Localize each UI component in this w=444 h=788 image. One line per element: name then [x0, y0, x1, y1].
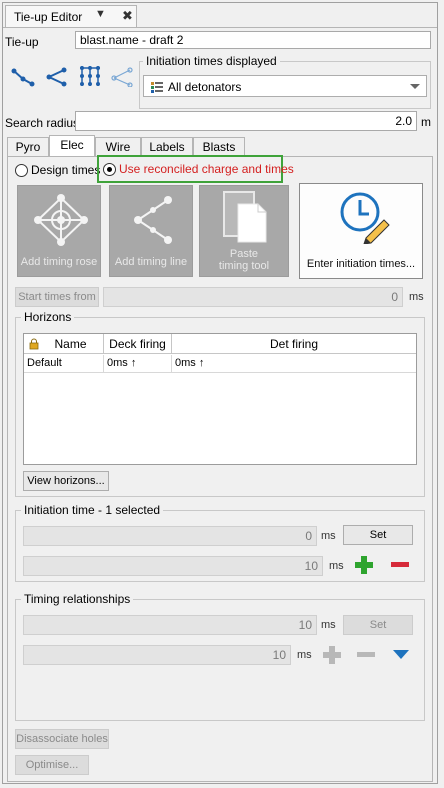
- start-times-from-button[interactable]: Start times from: [15, 287, 99, 307]
- timing-relationships-title: Timing relationships: [21, 592, 134, 606]
- disassociate-holes-button[interactable]: Disassociate holes: [15, 729, 109, 749]
- column-header-deck-firing[interactable]: Deck firing: [104, 334, 172, 354]
- tab-pyro[interactable]: Pyro: [7, 137, 49, 157]
- add-timing-line-button[interactable]: Add timing line: [109, 185, 193, 277]
- add-timing-line-label: Add timing line: [114, 256, 188, 268]
- document-tab[interactable]: Tie-up Editor ▼ ✖: [5, 5, 137, 27]
- tab-blasts[interactable]: Blasts: [193, 137, 245, 157]
- design-times-label: Design times: [31, 163, 101, 177]
- add-timing-rose-label: Add timing rose: [20, 256, 98, 268]
- expand-down-icon[interactable]: [391, 647, 411, 663]
- column-header-det-firing[interactable]: Det firing: [172, 334, 416, 354]
- horizon-row-name[interactable]: Default: [24, 355, 104, 373]
- initiation-time-set-button[interactable]: Set: [343, 525, 413, 545]
- tab-elec[interactable]: Elec: [49, 135, 95, 157]
- initiation-time-field-1[interactable]: 0: [23, 526, 317, 546]
- timing-rose-icon: [34, 194, 88, 246]
- add-timing-rose-button[interactable]: Add timing rose: [17, 185, 101, 277]
- initiation-times-selected: All detonators: [168, 80, 242, 94]
- initiation-time-unit-2: ms: [329, 560, 344, 572]
- horizon-row-deck[interactable]: 0ms ↑: [104, 355, 172, 373]
- start-times-value: 0: [391, 290, 398, 304]
- start-times-unit: ms: [409, 291, 424, 303]
- close-icon[interactable]: ✖: [122, 8, 133, 24]
- connect-holes-icon[interactable]: [11, 67, 35, 87]
- paste-icon: [223, 191, 267, 243]
- plus-disabled-icon[interactable]: [321, 644, 343, 666]
- initiation-times-group-title: Initiation times displayed: [143, 54, 280, 68]
- search-radius-value: 2.0: [395, 114, 412, 128]
- grid-tie-icon[interactable]: [77, 63, 103, 89]
- lock-icon: [29, 338, 39, 350]
- minus-icon[interactable]: [389, 554, 411, 576]
- plus-icon[interactable]: [353, 554, 375, 576]
- initiation-time-field-2[interactable]: 10: [23, 556, 323, 576]
- chevron-down-icon: [410, 84, 420, 89]
- branch-holes-icon[interactable]: [45, 67, 69, 87]
- view-horizons-button[interactable]: View horizons...: [23, 471, 109, 491]
- enter-initiation-times-button[interactable]: Enter initiation times...: [299, 183, 423, 279]
- tieup-name-field[interactable]: blast.name - draft 2: [75, 31, 431, 49]
- horizon-row-det[interactable]: 0ms ↑: [172, 355, 416, 373]
- timing-relationships-unit-2: ms: [297, 649, 312, 661]
- detonator-list-icon: [151, 82, 163, 93]
- timing-relationships-set-button[interactable]: Set: [343, 615, 413, 635]
- timing-relationships-unit-1: ms: [321, 619, 336, 631]
- design-times-radio[interactable]: [15, 164, 28, 177]
- minus-disabled-icon[interactable]: [355, 644, 377, 666]
- pin-dropdown-icon[interactable]: ▼: [95, 8, 106, 20]
- tieup-name-value: blast.name - draft 2: [80, 33, 184, 47]
- start-times-field[interactable]: 0: [103, 287, 403, 307]
- reconciled-radio[interactable]: [103, 163, 116, 176]
- reconciled-label: Use reconciled charge and times: [119, 162, 294, 176]
- initiation-times-combo[interactable]: All detonators: [143, 75, 427, 97]
- tab-labels[interactable]: Labels: [141, 137, 193, 157]
- horizons-table[interactable]: Name Deck firing Det firing Default 0ms …: [23, 333, 417, 465]
- search-radius-field[interactable]: 2.0: [75, 111, 417, 131]
- search-radius-unit: m: [421, 115, 431, 129]
- tieup-label: Tie-up: [5, 35, 39, 49]
- paste-timing-tool-label: Paste timing tool: [218, 248, 270, 272]
- search-radius-label: Search radius: [5, 116, 80, 130]
- tieup-editor-panel: Tie-up Editor ▼ ✖ Tie-up blast.name - dr…: [2, 2, 438, 784]
- initiation-time-title: Initiation time - 1 selected: [21, 503, 164, 517]
- timing-line-icon: [134, 196, 172, 244]
- clock-edit-icon: [340, 192, 390, 244]
- optimise-button[interactable]: Optimise...: [15, 755, 89, 775]
- paste-timing-tool-button[interactable]: Paste timing tool: [199, 185, 289, 277]
- document-tab-title: Tie-up Editor: [14, 10, 83, 24]
- tabstrip-divider: [3, 27, 437, 28]
- enter-initiation-times-label: Enter initiation times...: [306, 258, 416, 270]
- fan-tie-icon[interactable]: [111, 67, 135, 87]
- horizons-title: Horizons: [21, 310, 75, 324]
- column-header-name[interactable]: Name: [24, 334, 104, 354]
- initiation-time-unit-1: ms: [321, 530, 336, 542]
- timing-relationships-field-2[interactable]: 10: [23, 645, 291, 665]
- timing-relationships-field-1[interactable]: 10: [23, 615, 317, 635]
- tab-wire[interactable]: Wire: [95, 137, 141, 157]
